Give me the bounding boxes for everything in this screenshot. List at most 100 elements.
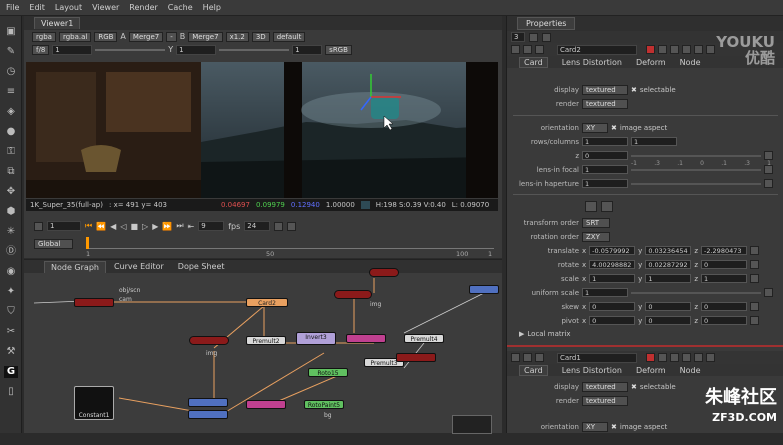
pivot-y-field[interactable]: 0 — [645, 316, 692, 325]
colorspace-dropdown[interactable]: sRGB — [325, 44, 352, 55]
selectable-checkbox[interactable]: ✖ — [631, 86, 637, 94]
node-color-icon[interactable] — [646, 353, 655, 362]
play-forward-icon[interactable]: ▶ — [152, 222, 158, 231]
playhead[interactable] — [86, 237, 89, 249]
collapse-icon[interactable] — [511, 45, 520, 54]
image-icon[interactable]: ▣ — [4, 26, 18, 38]
deep-icon[interactable]: Ⓓ — [4, 246, 18, 258]
tab-card[interactable]: Card — [519, 56, 548, 68]
uniform-scale-field[interactable]: 1 — [582, 288, 628, 297]
translate-x-field[interactable]: -0.0579992 — [589, 246, 636, 255]
increment-icon[interactable]: ⇤ — [188, 222, 195, 231]
tab-lens-distortion[interactable]: Lens Distortion — [562, 58, 622, 67]
orientation-dropdown[interactable]: XY — [582, 122, 608, 133]
pivot-z-field[interactable]: 0 — [701, 316, 747, 325]
playback-mode-icon[interactable] — [34, 221, 43, 231]
time-icon[interactable]: ◷ — [4, 66, 18, 78]
particles-icon[interactable]: ✳ — [4, 226, 18, 238]
z-field[interactable]: 0 — [582, 151, 628, 160]
step-back-icon[interactable]: ◁ — [120, 222, 126, 231]
node-graph-navigator[interactable] — [452, 415, 492, 434]
lock-icon[interactable] — [529, 32, 538, 42]
loop-icon[interactable] — [274, 221, 284, 231]
render-dropdown[interactable]: textured — [582, 395, 628, 406]
undo-icon[interactable] — [658, 353, 667, 362]
toolsets-icon[interactable]: ⛉ — [4, 306, 18, 318]
uniform-scale-slider[interactable] — [631, 291, 761, 294]
local-matrix-row[interactable]: ▶ Local matrix — [519, 328, 571, 339]
node-premult4[interactable]: Premult4 — [404, 334, 444, 343]
translate-y-field[interactable]: 0.03236454 — [645, 246, 692, 255]
tab-viewer1[interactable]: Viewer1 — [34, 17, 81, 29]
menu-help[interactable]: Help — [203, 3, 221, 12]
frame-field[interactable]: 1 — [292, 44, 323, 55]
rotate-x-field[interactable]: 4.00298882 — [589, 260, 636, 269]
pivot-anim-icon[interactable] — [750, 316, 759, 325]
node-invert3[interactable]: Invert3 — [296, 332, 336, 345]
node-merge[interactable] — [346, 334, 386, 343]
skew-anim-icon[interactable] — [750, 302, 759, 311]
node-constant1[interactable]: Constant1 — [74, 386, 114, 420]
channel-icon[interactable]: ≡ — [4, 86, 18, 98]
step-forward-icon[interactable]: ▷ — [142, 222, 148, 231]
node-read-2[interactable] — [334, 290, 372, 299]
node-read-3[interactable] — [189, 336, 229, 345]
merge-icon[interactable]: ⧉ — [4, 166, 18, 178]
z-slider[interactable] — [631, 154, 761, 157]
card-geometry[interactable] — [371, 97, 399, 119]
node-card2[interactable]: Card2 — [246, 298, 288, 307]
node-name-field[interactable]: Card1 — [557, 352, 637, 363]
node-rotopaint5[interactable]: RotoPaint5 — [304, 400, 344, 409]
node-premult2[interactable]: Premult2 — [246, 336, 286, 345]
other-icon[interactable]: ✂ — [4, 326, 18, 338]
skew-x-field[interactable]: 0 — [589, 302, 636, 311]
lens-focal-slider[interactable] — [631, 168, 761, 171]
draw-icon[interactable]: ✎ — [4, 46, 18, 58]
max-panels-field[interactable]: 3 — [511, 32, 525, 42]
render-dropdown[interactable]: textured — [582, 98, 628, 109]
lens-focal-field[interactable]: 1 — [582, 165, 628, 174]
node-right-edge[interactable] — [469, 285, 499, 294]
fps-field[interactable]: 24 — [244, 221, 271, 231]
color-icon[interactable]: ◈ — [4, 106, 18, 118]
current-frame-field[interactable]: 1 — [47, 221, 81, 231]
stop-icon[interactable]: ■ — [130, 222, 138, 231]
tab-node[interactable]: Node — [680, 366, 701, 375]
node-read-top[interactable] — [369, 268, 399, 277]
zoom-dropdown[interactable]: x1.2 — [225, 31, 249, 42]
increment-field[interactable]: 9 — [198, 221, 225, 231]
rotate-y-field[interactable]: 0.02287292 — [645, 260, 692, 269]
timeline-ruler[interactable]: 1 50 100 1 — [86, 237, 494, 258]
filter-icon[interactable]: ● — [4, 126, 18, 138]
close-icon[interactable] — [706, 45, 715, 54]
node-transform-2[interactable] — [188, 410, 228, 419]
help-icon[interactable] — [694, 45, 703, 54]
skew-z-field[interactable]: 0 — [701, 302, 747, 311]
first-frame-icon[interactable]: ⏮ — [85, 221, 92, 231]
gizmo-icon[interactable]: ⚒ — [4, 346, 18, 358]
metadata-icon[interactable]: ✦ — [4, 286, 18, 298]
gizmos-g-icon[interactable]: G — [4, 366, 18, 378]
lut-dropdown[interactable]: default — [272, 31, 306, 42]
display-channel-dropdown[interactable]: RGB — [94, 31, 118, 42]
tab-deform[interactable]: Deform — [636, 58, 666, 67]
axis-icon[interactable] — [585, 201, 597, 212]
rotate-z-field[interactable]: 0 — [701, 260, 747, 269]
menu-file[interactable]: File — [6, 3, 19, 12]
tab-card[interactable]: Card — [519, 364, 548, 376]
next-keyframe-icon[interactable]: ⏩ — [162, 222, 172, 231]
z-anim-icon[interactable] — [764, 151, 773, 160]
b-input-dropdown[interactable]: Merge7 — [188, 31, 223, 42]
image-aspect-checkbox[interactable]: ✖ — [611, 124, 617, 132]
menu-layout[interactable]: Layout — [55, 3, 82, 12]
revert-icon[interactable] — [682, 45, 691, 54]
close-icon[interactable] — [706, 353, 715, 362]
float-icon[interactable] — [523, 353, 532, 362]
scale-anim-icon[interactable] — [750, 274, 759, 283]
orientation-dropdown[interactable]: XY — [582, 421, 608, 432]
tab-lens-distortion[interactable]: Lens Distortion — [562, 366, 622, 375]
uniform-scale-anim-icon[interactable] — [764, 288, 773, 297]
composite-dropdown[interactable]: - — [166, 31, 177, 42]
revert-icon[interactable] — [682, 353, 691, 362]
snap-icon[interactable] — [601, 201, 613, 212]
